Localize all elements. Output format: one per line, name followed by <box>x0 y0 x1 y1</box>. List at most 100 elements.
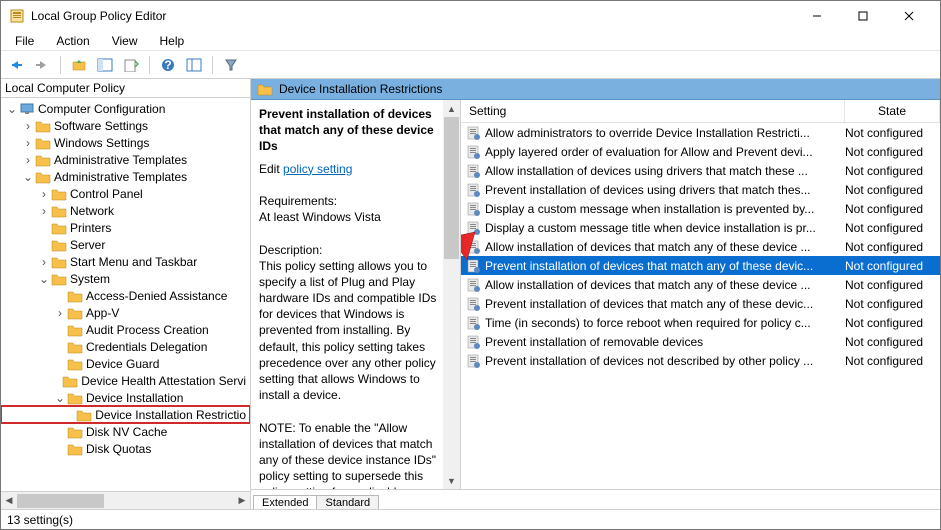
setting-row[interactable]: Allow installation of devices that match… <box>461 237 940 256</box>
tree-node-server[interactable]: Server <box>1 236 250 253</box>
setting-row[interactable]: Prevent installation of devices not desc… <box>461 351 940 370</box>
chevron-right-icon[interactable]: › <box>21 153 35 167</box>
forward-button[interactable] <box>31 54 53 76</box>
menu-action[interactable]: Action <box>50 32 95 50</box>
chevron-right-icon[interactable]: › <box>37 187 51 201</box>
chevron-down-icon[interactable]: ⌄ <box>53 391 67 405</box>
setting-row[interactable]: Allow administrators to override Device … <box>461 123 940 142</box>
tree-node-printers[interactable]: Printers <box>1 219 250 236</box>
tree-node-windows-settings[interactable]: ›Windows Settings <box>1 134 250 151</box>
tree-node-label: Disk Quotas <box>86 442 151 456</box>
horizontal-scrollbar[interactable]: ◀ ▶ <box>1 491 250 509</box>
tree-node-device-health[interactable]: Device Health Attestation Servi <box>1 372 250 389</box>
tree-node-admin-templates-1[interactable]: ›Administrative Templates <box>1 151 250 168</box>
tree-node-label: Device Health Attestation Servi <box>81 374 246 388</box>
setting-label: Allow installation of devices that match… <box>485 278 845 292</box>
window-title: Local Group Policy Editor <box>31 9 788 23</box>
tree-node-device-install-restr[interactable]: Device Installation Restrictio <box>1 406 250 423</box>
tree-node-access-denied[interactable]: Access-Denied Assistance <box>1 287 250 304</box>
tree-node-audit-process[interactable]: Audit Process Creation <box>1 321 250 338</box>
menu-file[interactable]: File <box>9 32 40 50</box>
tree-node-network[interactable]: ›Network <box>1 202 250 219</box>
scroll-track[interactable] <box>443 117 460 472</box>
folder-icon <box>67 306 83 320</box>
setting-label: Prevent installation of devices that mat… <box>485 297 845 311</box>
tab-standard[interactable]: Standard <box>316 495 379 509</box>
scroll-right-icon[interactable]: ▶ <box>234 493 250 509</box>
maximize-button[interactable] <box>840 1 886 31</box>
tree-node-label: Access-Denied Assistance <box>86 289 227 303</box>
scroll-up-icon[interactable]: ▲ <box>443 100 460 117</box>
tree-scroll[interactable]: ⌄Computer Configuration›Software Setting… <box>1 98 250 491</box>
tree-node-label: System <box>70 272 110 286</box>
menu-view[interactable]: View <box>106 32 144 50</box>
setting-row[interactable]: Display a custom message when installati… <box>461 199 940 218</box>
back-button[interactable] <box>5 54 27 76</box>
chevron-right-icon[interactable]: › <box>21 119 35 133</box>
policy-icon <box>465 259 481 273</box>
setting-label: Display a custom message title when devi… <box>485 221 845 235</box>
settings-list[interactable]: Allow administrators to override Device … <box>461 123 940 489</box>
show-hide-tree-button[interactable] <box>94 54 116 76</box>
chevron-down-icon[interactable]: ⌄ <box>37 272 51 286</box>
close-button[interactable] <box>886 1 932 31</box>
tree-node-computer-config[interactable]: ⌄Computer Configuration <box>1 100 250 117</box>
tree-node-admin-templates-2[interactable]: ⌄Administrative Templates <box>1 168 250 185</box>
help-button[interactable]: ? <box>157 54 179 76</box>
folder-icon <box>51 187 67 201</box>
edit-label: Edit <box>259 162 280 176</box>
tree-node-control-panel[interactable]: ›Control Panel <box>1 185 250 202</box>
chevron-right-icon[interactable]: › <box>53 306 67 320</box>
chevron-down-icon[interactable]: ⌄ <box>5 102 19 116</box>
setting-state: Not configured <box>845 297 940 311</box>
setting-state: Not configured <box>845 221 940 235</box>
setting-row[interactable]: Prevent installation of devices using dr… <box>461 180 940 199</box>
column-header-state[interactable]: State <box>845 100 940 122</box>
setting-row[interactable]: Allow installation of devices that match… <box>461 275 940 294</box>
folder-icon <box>257 82 273 96</box>
setting-row[interactable]: Prevent installation of removable device… <box>461 332 940 351</box>
tree-node-cred-delegation[interactable]: Credentials Delegation <box>1 338 250 355</box>
setting-row[interactable]: Prevent installation of devices that mat… <box>461 294 940 313</box>
settings-column: Setting State Allow administrators to ov… <box>461 100 940 489</box>
policy-icon <box>465 354 481 368</box>
chevron-down-icon[interactable]: ⌄ <box>21 170 35 184</box>
chevron-right-icon[interactable]: › <box>37 255 51 269</box>
minimize-button[interactable] <box>794 1 840 31</box>
policy-setting-link[interactable]: policy setting <box>283 162 352 176</box>
scroll-track[interactable] <box>17 493 234 509</box>
tree-node-software-settings[interactable]: ›Software Settings <box>1 117 250 134</box>
tree-node-device-guard[interactable]: Device Guard <box>1 355 250 372</box>
tree-node-disk-nv-cache[interactable]: Disk NV Cache <box>1 423 250 440</box>
scroll-down-icon[interactable]: ▼ <box>443 472 460 489</box>
tree-node-start-menu-taskbar[interactable]: ›Start Menu and Taskbar <box>1 253 250 270</box>
tree-node-disk-quotas[interactable]: Disk Quotas <box>1 440 250 457</box>
setting-row[interactable]: Prevent installation of devices that mat… <box>461 256 940 275</box>
tree-node-app-v[interactable]: ›App-V <box>1 304 250 321</box>
folder-icon <box>67 442 83 456</box>
setting-row[interactable]: Time (in seconds) to force reboot when r… <box>461 313 940 332</box>
tree-node-system[interactable]: ⌄ System <box>1 270 250 287</box>
chevron-right-icon[interactable]: › <box>37 204 51 218</box>
column-header-setting[interactable]: Setting <box>461 100 845 122</box>
chevron-right-icon[interactable]: › <box>21 136 35 150</box>
scroll-left-icon[interactable]: ◀ <box>1 493 17 509</box>
setting-row[interactable]: Display a custom message title when devi… <box>461 218 940 237</box>
toolbar-separator <box>60 56 61 74</box>
tab-extended[interactable]: Extended <box>253 495 317 509</box>
setting-label: Time (in seconds) to force reboot when r… <box>485 316 845 330</box>
up-button[interactable] <box>68 54 90 76</box>
setting-row[interactable]: Allow installation of devices using driv… <box>461 161 940 180</box>
tree-node-device-install[interactable]: ⌄Device Installation <box>1 389 250 406</box>
setting-row[interactable]: Apply layered order of evaluation for Al… <box>461 142 940 161</box>
scroll-thumb[interactable] <box>444 117 459 259</box>
scroll-thumb[interactable] <box>17 494 104 508</box>
vertical-scrollbar[interactable]: ▲ ▼ <box>443 100 460 489</box>
requirements-value: At least Windows Vista <box>259 209 452 225</box>
properties-button[interactable] <box>183 54 205 76</box>
filter-button[interactable] <box>220 54 242 76</box>
menu-help[interactable]: Help <box>154 32 191 50</box>
tree-node-label: Credentials Delegation <box>86 340 207 354</box>
export-list-button[interactable] <box>120 54 142 76</box>
tree-header[interactable]: Local Computer Policy <box>1 79 250 98</box>
